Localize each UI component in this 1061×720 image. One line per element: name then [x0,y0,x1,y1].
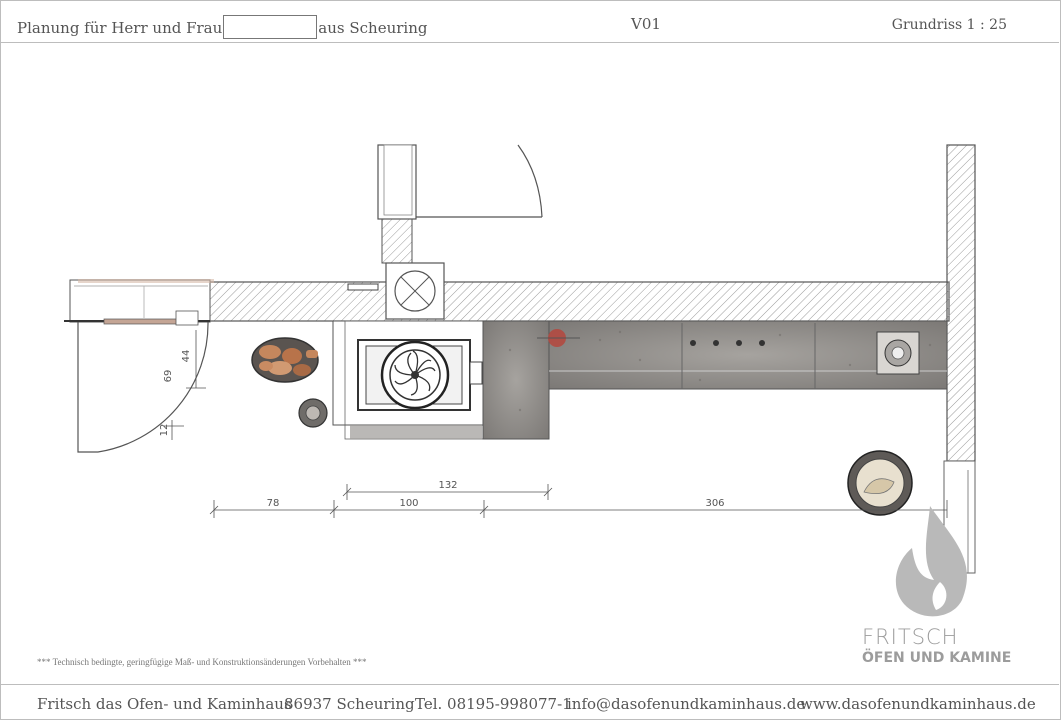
right-wall [946,144,976,462]
footer-bar: Fritsch das Ofen- und Kaminhaus 86937 Sc… [0,684,1059,719]
bottom-dimensions [209,484,948,518]
dim-12: 12 [159,424,170,437]
logo-tagline: ÖFEN UND KAMINE [862,650,1012,666]
left-dimensions [164,330,206,440]
main-wall [208,281,950,322]
round-basket-seat [847,450,913,516]
footer-city: 86937 Scheuring [284,695,415,713]
fireplace-stove [332,320,486,440]
footer-email[interactable]: info@dasofenundkaminhaus.de [567,695,805,713]
dim-100: 100 [399,498,418,509]
upper-door-wall [377,144,543,264]
footer-phone: Tel. 08195-998077-1 [415,695,572,713]
dim-69: 69 [163,370,174,383]
logo-name: FRITSCH [862,625,959,649]
firewood-basket [251,337,319,383]
floor-plan-drawing: 44 69 12 78 100 132 306 [64,144,976,617]
dim-78: 78 [267,498,280,509]
chimney-flue [385,262,445,320]
small-stool [298,398,328,428]
dim-306: 306 [705,498,724,509]
left-window-door [64,279,214,453]
footer-website[interactable]: www.dasofenundkaminhaus.de [800,695,1036,713]
stone-bench [482,320,948,440]
dim-44: 44 [181,350,192,363]
footer-company: Fritsch das Ofen- und Kaminhaus [37,695,292,713]
disclaimer-note: *** Technisch bedingte, geringfügige Maß… [37,657,367,667]
dim-132: 132 [438,480,457,491]
